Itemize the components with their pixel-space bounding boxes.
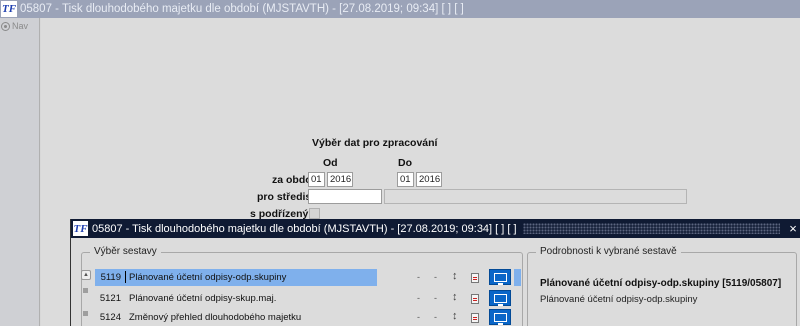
reports-group-label: Výběr sestavy <box>90 246 161 257</box>
left-nav-strip: Nav <box>0 18 40 326</box>
nav-label: Nav <box>12 21 29 31</box>
screen-preview-button[interactable] <box>489 269 511 285</box>
report-row[interactable]: 5124 Změnový přehled dlouhodobého majetk… <box>95 309 505 326</box>
app-logo-icon: TF <box>1 1 17 17</box>
monitor-icon <box>493 312 507 325</box>
report-row[interactable]: 5121 Plánované účetní odpisy-skup.maj. <box>95 290 505 307</box>
dialog-title-bar[interactable]: TF 05807 - Tisk dlouhodobého majetku dle… <box>71 219 800 238</box>
report-dash: - <box>417 272 420 282</box>
pdf-icon[interactable] <box>471 273 479 283</box>
report-name: Změnový přehled dlouhodobého majetku <box>129 312 302 323</box>
report-code: 5124 <box>99 312 121 323</box>
dialog-title: 05807 - Tisk dlouhodobého majetku dle ob… <box>92 222 517 235</box>
window-title-bar: TF 05807 - Tisk dlouhodobého majetku dle… <box>0 0 800 18</box>
column-from-label: Od <box>323 157 338 169</box>
selection-marker <box>514 269 521 286</box>
detail-title: Plánované účetní odpisy-odp.skupiny [511… <box>540 278 782 289</box>
report-code: 5121 <box>99 293 121 304</box>
close-icon[interactable]: × <box>786 221 800 236</box>
report-row[interactable]: 5119 Plánované účetní odpisy-odp.skupiny <box>95 269 377 286</box>
scroll-grip-icon <box>83 311 88 316</box>
screen-preview-button[interactable] <box>489 309 511 325</box>
to-month-field[interactable]: 01 <box>397 172 414 187</box>
report-dash: - <box>417 312 420 322</box>
scroll-grip-icon <box>83 288 88 293</box>
dialog-drag-grip[interactable] <box>522 223 780 234</box>
report-name: Plánované účetní odpisy-odp.skupiny <box>129 272 287 283</box>
center-code-field[interactable] <box>308 189 382 204</box>
scroll-up-icon[interactable]: ▲ <box>81 270 91 280</box>
sort-updown-icon[interactable]: ↕ <box>452 310 458 322</box>
subordinates-checkbox[interactable] <box>309 208 320 219</box>
details-group: Podrobnosti k vybrané sestavě Plánované … <box>527 246 797 326</box>
report-dash: - <box>434 293 437 303</box>
nav-button[interactable]: Nav <box>1 21 28 31</box>
report-dash: - <box>434 312 437 322</box>
window-title: 05807 - Tisk dlouhodobého majetku dle ob… <box>20 3 464 15</box>
detail-description: Plánované účetní odpisy-odp.skupiny <box>540 294 698 305</box>
reports-scrollbar[interactable]: ▲ <box>81 270 91 326</box>
app-logo-text: TF <box>1 3 17 15</box>
screen-preview-button[interactable] <box>489 290 511 306</box>
report-name: Plánované účetní odpisy-skup.maj. <box>129 293 277 304</box>
monitor-icon <box>493 293 507 306</box>
report-dialog: TF 05807 - Tisk dlouhodobého majetku dle… <box>70 219 800 326</box>
column-to-label: Do <box>398 157 412 169</box>
compass-icon <box>1 21 10 31</box>
dialog-logo-text: TF <box>73 222 88 235</box>
report-dash: - <box>417 293 420 303</box>
text-cursor <box>125 271 126 283</box>
section-title: Výběr dat pro zpracování <box>312 137 438 149</box>
sort-updown-icon[interactable]: ↕ <box>452 291 458 303</box>
report-dash: - <box>434 272 437 282</box>
center-description-field <box>384 189 687 204</box>
from-month-field[interactable]: 01 <box>308 172 325 187</box>
pdf-icon[interactable] <box>471 313 479 323</box>
details-group-label: Podrobnosti k vybrané sestavě <box>536 246 681 257</box>
report-code: 5119 <box>100 272 121 283</box>
pdf-icon[interactable] <box>471 294 479 304</box>
from-year-field[interactable]: 2016 <box>327 172 353 187</box>
sort-updown-icon[interactable]: ↕ <box>452 270 458 282</box>
to-year-field[interactable]: 2016 <box>416 172 442 187</box>
dialog-logo-icon: TF <box>73 221 88 236</box>
monitor-icon <box>493 272 507 285</box>
